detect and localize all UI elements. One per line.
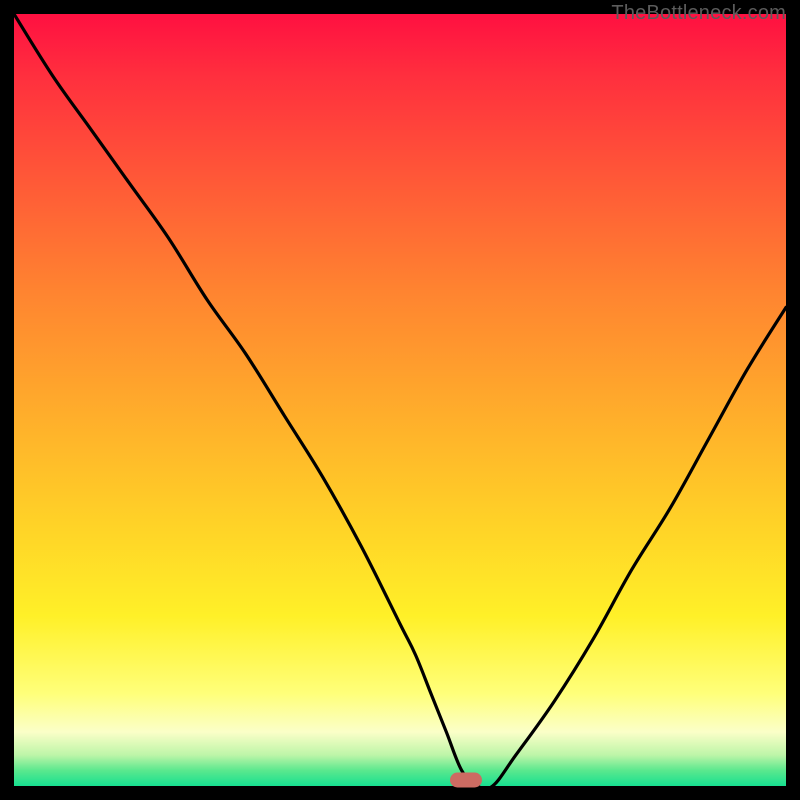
chart-frame: TheBottleneck.com: [0, 0, 800, 800]
bottleneck-curve: [14, 14, 786, 786]
plot-area: [14, 14, 786, 786]
optimum-marker: [450, 772, 482, 787]
watermark-text: TheBottleneck.com: [611, 2, 786, 25]
